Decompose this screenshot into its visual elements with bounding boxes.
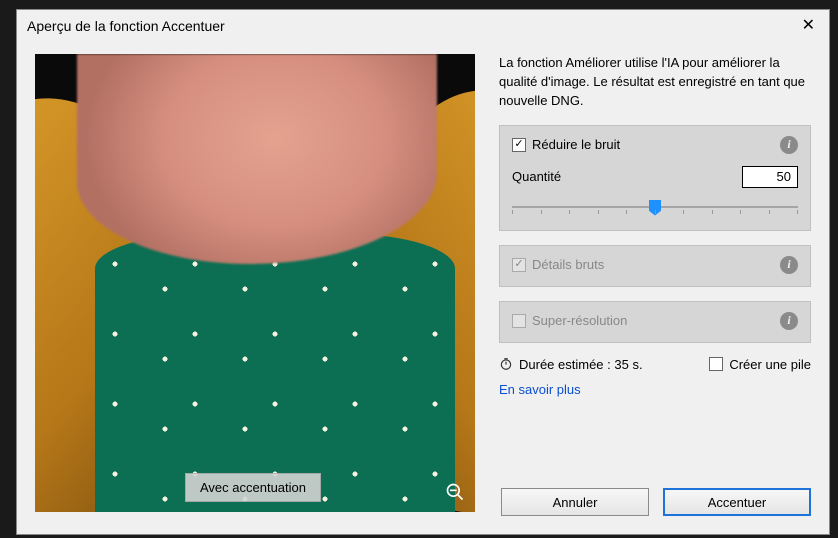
info-icon[interactable]: i [780, 136, 798, 154]
preview-graphic [95, 234, 455, 512]
info-icon[interactable]: i [780, 256, 798, 274]
super-resolution-checkbox [512, 314, 526, 328]
zoom-out-icon[interactable] [443, 480, 467, 504]
raw-details-panel: Détails bruts i [499, 245, 811, 287]
preview-graphic [77, 54, 437, 264]
raw-details-label: Détails bruts [532, 257, 604, 272]
cancel-button[interactable]: Annuler [501, 488, 649, 516]
image-preview[interactable]: Avec accentuation [35, 54, 475, 512]
denoise-checkbox[interactable] [512, 138, 526, 152]
close-icon[interactable]: ✕ [798, 16, 819, 36]
raw-details-checkbox [512, 258, 526, 272]
super-resolution-panel: Super-résolution i [499, 301, 811, 343]
enhance-button[interactable]: Accentuer [663, 488, 811, 516]
preview-column: Avec accentuation [35, 54, 475, 516]
denoise-label: Réduire le bruit [532, 137, 620, 152]
options-column: La fonction Améliorer utilise l'IA pour … [499, 54, 811, 516]
dialog-titlebar: Aperçu de la fonction Accentuer ✕ [17, 10, 829, 40]
enhance-dialog: Aperçu de la fonction Accentuer ✕ Avec a… [16, 9, 830, 535]
timer-icon [499, 357, 513, 371]
info-icon[interactable]: i [780, 312, 798, 330]
amount-slider[interactable] [512, 198, 798, 218]
create-stack-label: Créer une pile [729, 357, 811, 372]
create-stack-checkbox[interactable] [709, 357, 723, 371]
denoise-panel: Réduire le bruit i Quantité [499, 125, 811, 231]
learn-more-link[interactable]: En savoir plus [499, 382, 811, 397]
preview-badge: Avec accentuation [185, 473, 321, 502]
description-text: La fonction Améliorer utilise l'IA pour … [499, 54, 811, 111]
dialog-title: Aperçu de la fonction Accentuer [27, 18, 225, 34]
super-resolution-label: Super-résolution [532, 313, 627, 328]
duration-text: Durée estimée : 35 s. [519, 357, 643, 372]
meta-row: Durée estimée : 35 s. Créer une pile [499, 357, 811, 372]
slider-ticks [512, 210, 798, 214]
dialog-content: Avec accentuation La fonction Améliorer … [17, 40, 829, 534]
amount-input[interactable] [742, 166, 798, 188]
dialog-button-row: Annuler Accentuer [499, 488, 811, 516]
amount-label: Quantité [512, 169, 561, 184]
